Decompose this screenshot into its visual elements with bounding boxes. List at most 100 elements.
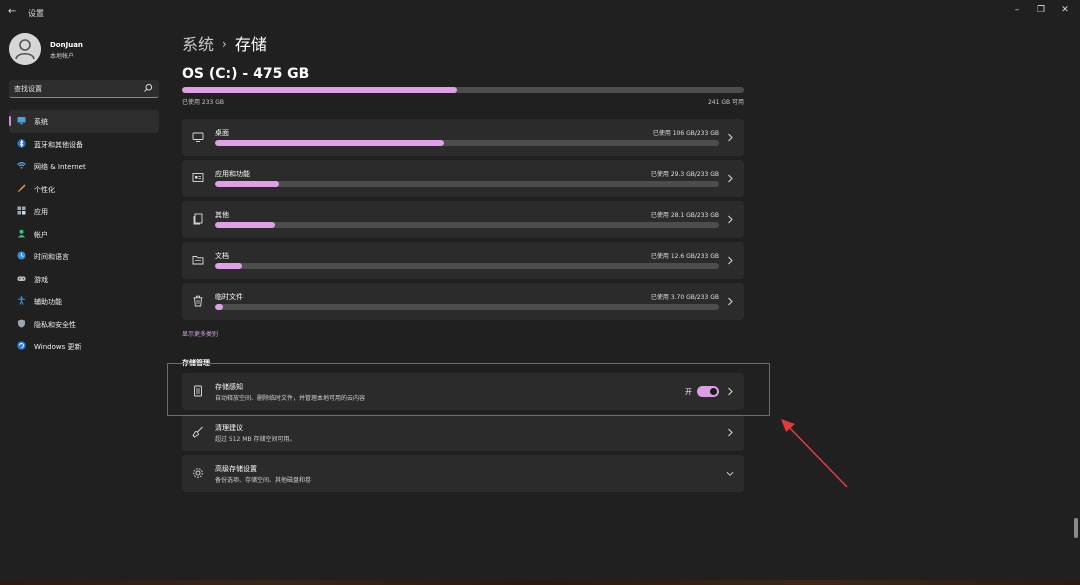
bluetooth-icon bbox=[17, 138, 26, 148]
category-size: 已使用 29.3 GB/233 GB bbox=[650, 171, 719, 178]
update-icon bbox=[17, 341, 26, 350]
drive-used-label: 已使用 233 GB bbox=[182, 99, 225, 106]
accessibility-icon bbox=[18, 296, 25, 305]
advanced-storage-settings-card[interactable]: 高级存储设置 备份选项、存储空间、其他磁盘和卷 bbox=[182, 455, 744, 492]
sidebar-item-system[interactable]: 系统 bbox=[9, 110, 159, 133]
advanced-settings-title: 高级存储设置 bbox=[215, 465, 257, 473]
sidebar-item-gaming[interactable]: 游戏 bbox=[9, 268, 159, 291]
chevron-right-icon: › bbox=[222, 37, 227, 51]
category-usage-bar bbox=[215, 222, 719, 228]
search-input[interactable] bbox=[14, 83, 134, 95]
sidebar-item-accessibility[interactable]: 辅助功能 bbox=[9, 290, 159, 313]
trash-icon bbox=[193, 295, 203, 307]
drive-usage-bar bbox=[182, 87, 744, 93]
sidebar-item-label: 帐户 bbox=[34, 230, 48, 239]
sidebar-item-bluetooth[interactable]: 蓝牙和其他设备 bbox=[9, 133, 159, 156]
annotation-arrow-icon bbox=[781, 419, 848, 488]
person-avatar-icon bbox=[9, 33, 41, 65]
category-name: 应用和功能 bbox=[215, 170, 250, 178]
cleanup-title: 清理建议 bbox=[215, 424, 243, 432]
search-icon[interactable] bbox=[143, 83, 153, 93]
category-usage-fill bbox=[215, 181, 279, 187]
category-name: 临时文件 bbox=[215, 293, 243, 301]
gamepad-icon bbox=[17, 276, 26, 281]
gear-icon bbox=[193, 468, 203, 478]
breadcrumb-parent[interactable]: 系统 bbox=[182, 35, 214, 54]
category-usage-fill bbox=[215, 140, 445, 146]
restore-icon[interactable]: ❐ bbox=[1034, 4, 1048, 16]
sidebar-item-windows-update[interactable]: Windows 更新 bbox=[9, 335, 159, 358]
broom-icon bbox=[192, 426, 203, 438]
sidebar-item-time-language[interactable]: 时间和语言 bbox=[9, 245, 159, 268]
sidebar-item-label: 个性化 bbox=[34, 185, 55, 194]
wifi-icon bbox=[17, 162, 26, 169]
sidebar-item-label: 系统 bbox=[34, 118, 48, 126]
drive-title: OS (C:) - 475 GB bbox=[182, 66, 310, 82]
sidebar-item-label: Windows 更新 bbox=[34, 343, 82, 351]
chevron-right-icon bbox=[728, 428, 733, 437]
category-other[interactable]: 其他 已使用 28.1 GB/233 GB bbox=[182, 201, 744, 238]
chevron-right-icon bbox=[728, 215, 733, 224]
minimize-icon[interactable]: – bbox=[1010, 4, 1024, 16]
category-size: 已使用 106 GB/233 GB bbox=[652, 130, 719, 137]
category-usage-bar bbox=[215, 181, 719, 187]
sidebar-item-label: 应用 bbox=[34, 208, 48, 216]
category-usage-fill bbox=[215, 304, 224, 310]
brush-icon bbox=[18, 183, 26, 192]
category-usage-fill bbox=[215, 222, 276, 228]
monitor-icon bbox=[17, 117, 26, 125]
sidebar-item-label: 辅助功能 bbox=[34, 298, 62, 306]
sidebar-item-network[interactable]: 网络 & Internet bbox=[9, 155, 159, 178]
category-desktop[interactable]: 桌面 已使用 106 GB/233 GB bbox=[182, 119, 744, 156]
drive-free-label: 241 GB 可用 bbox=[707, 99, 744, 106]
cleanup-recommendations-card[interactable]: 清理建议 超过 512 MB 存储空间可用。 bbox=[182, 414, 744, 451]
title-bar: ← 设置 – ❐ ✕ bbox=[0, 0, 1080, 26]
sidebar-item-privacy[interactable]: 隐私和安全性 bbox=[9, 313, 159, 336]
category-documents[interactable]: 文档 已使用 12.6 GB/233 GB bbox=[182, 242, 744, 279]
apps-features-icon bbox=[192, 173, 204, 182]
person-icon bbox=[18, 229, 25, 237]
desktop-icon bbox=[192, 132, 204, 142]
close-icon[interactable]: ✕ bbox=[1058, 4, 1072, 16]
category-apps-features[interactable]: 应用和功能 已使用 29.3 GB/233 GB bbox=[182, 160, 744, 197]
chevron-right-icon bbox=[728, 174, 733, 183]
desktop-background-strip bbox=[0, 580, 1080, 585]
sidebar-item-apps[interactable]: 应用 bbox=[9, 200, 159, 223]
advanced-settings-description: 备份选项、存储空间、其他磁盘和卷 bbox=[215, 477, 312, 484]
user-name: DonJuan bbox=[50, 41, 83, 49]
sidebar-item-label: 蓝牙和其他设备 bbox=[34, 140, 83, 149]
avatar bbox=[9, 33, 41, 65]
chevron-down-icon bbox=[726, 471, 734, 476]
chevron-right-icon bbox=[728, 256, 733, 265]
search-box[interactable] bbox=[9, 80, 159, 98]
sidebar-item-accounts[interactable]: 帐户 bbox=[9, 223, 159, 246]
sidebar-item-label: 时间和语言 bbox=[34, 253, 69, 261]
user-profile[interactable]: DonJuan 本地帐户 bbox=[9, 33, 159, 65]
category-temp-files[interactable]: 临时文件 已使用 3.70 GB/233 GB bbox=[182, 283, 744, 320]
sidebar-item-personalization[interactable]: 个性化 bbox=[9, 178, 159, 201]
category-size: 已使用 12.6 GB/233 GB bbox=[650, 253, 719, 260]
annotation-highlight-box bbox=[167, 363, 770, 416]
account-type: 本地帐户 bbox=[50, 53, 75, 60]
sidebar-nav: 系统 蓝牙和其他设备 网络 & Internet 个性化 应用 帐户 时间和语言… bbox=[9, 110, 161, 358]
apps-icon bbox=[17, 206, 26, 215]
category-name: 桌面 bbox=[215, 129, 229, 137]
category-size: 已使用 28.1 GB/233 GB bbox=[650, 212, 719, 219]
app-title: 设置 bbox=[28, 9, 44, 18]
sidebar-item-label: 网络 & Internet bbox=[34, 163, 86, 171]
sidebar-item-label: 游戏 bbox=[34, 275, 48, 284]
chevron-right-icon bbox=[728, 133, 733, 142]
chevron-right-icon bbox=[728, 297, 733, 306]
category-usage-bar bbox=[215, 263, 719, 269]
page-title: 存储 bbox=[234, 35, 267, 54]
cleanup-description: 超过 512 MB 存储空间可用。 bbox=[215, 436, 296, 443]
folder-icon bbox=[192, 256, 204, 265]
category-name: 文档 bbox=[215, 252, 229, 260]
show-more-categories-link[interactable]: 显示更多类别 bbox=[182, 329, 218, 338]
scrollbar-thumb[interactable] bbox=[1074, 518, 1078, 538]
category-usage-bar bbox=[215, 304, 719, 310]
breadcrumb: 系统 › 存储 bbox=[182, 31, 267, 55]
sidebar-item-label: 隐私和安全性 bbox=[34, 320, 76, 329]
other-files-icon bbox=[193, 213, 203, 225]
back-arrow-icon[interactable]: ← bbox=[8, 6, 20, 18]
